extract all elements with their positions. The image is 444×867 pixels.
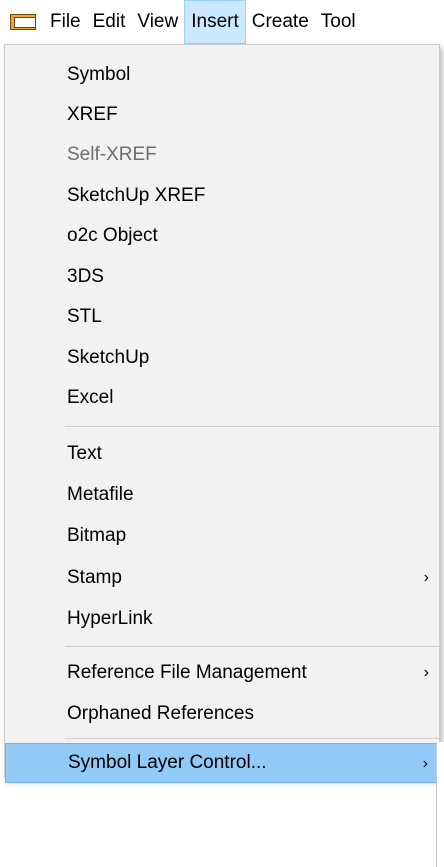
menu-item-label: o2c Object [67,225,158,246]
app-window-icon[interactable] [8,12,40,32]
menu-item-3ds[interactable]: 3DS [5,257,439,297]
chevron-right-icon: › [422,755,428,772]
menu-item-symbol-layer-control[interactable]: Symbol Layer Control... › [5,743,439,783]
menu-item-label: Excel [67,387,114,408]
submenu-edge [436,742,444,867]
menu-item-label: Bitmap [67,525,127,546]
menu-file[interactable]: File [44,0,87,44]
menu-item-label: Reference File Management [67,662,307,683]
menu-item-text[interactable]: Text [5,434,439,474]
menu-separator [65,426,439,427]
menu-item-label: Text [67,443,102,464]
menu-separator [65,646,439,647]
menu-item-label: Self-XREF [67,144,157,165]
insert-dropdown-menu: Symbol XREF Self-XREF SketchUp XREF o2c … [4,44,440,783]
menu-item-label: Metafile [67,484,134,505]
menu-item-sketchup-xref[interactable]: SketchUp XREF [5,176,439,216]
chevron-right-icon: › [423,569,429,586]
menu-insert[interactable]: Insert [184,0,246,44]
menu-item-reference-file-management[interactable]: Reference File Management › [5,653,439,693]
menu-view[interactable]: View [131,0,184,44]
menu-item-label: 3DS [67,266,104,287]
menu-separator [65,738,439,739]
menu-item-hyperlink[interactable]: HyperLink [5,599,439,639]
menu-item-bitmap[interactable]: Bitmap [5,516,439,556]
menu-item-excel[interactable]: Excel [5,378,439,418]
menu-item-stamp[interactable]: Stamp › [5,558,439,598]
menu-item-label: SketchUp [67,347,150,368]
menu-item-label: SketchUp XREF [67,185,206,206]
menu-create[interactable]: Create [246,0,315,44]
menu-item-metafile[interactable]: Metafile [5,475,439,515]
menu-item-label: HyperLink [67,608,153,629]
menu-bar: File Edit View Insert Create Tool [0,0,444,44]
menu-item-label: Symbol [67,64,131,85]
menu-item-stl[interactable]: STL [5,297,439,337]
menu-edit[interactable]: Edit [87,0,132,44]
menu-item-self-xref: Self-XREF [5,135,439,175]
menu-tools[interactable]: Tool [315,0,362,44]
menu-item-symbol[interactable]: Symbol [5,55,439,95]
menu-item-label: Symbol Layer Control... [68,752,267,773]
menu-item-label: Orphaned References [67,703,254,724]
menu-item-o2c-object[interactable]: o2c Object [5,216,439,256]
menu-item-orphaned-references[interactable]: Orphaned References [5,694,439,734]
menu-item-label: Stamp [67,567,122,588]
chevron-right-icon: › [423,664,429,681]
menu-item-sketchup[interactable]: SketchUp [5,338,439,378]
menu-item-label: XREF [67,104,118,125]
menu-item-xref[interactable]: XREF [5,95,439,135]
menu-item-label: STL [67,306,102,327]
